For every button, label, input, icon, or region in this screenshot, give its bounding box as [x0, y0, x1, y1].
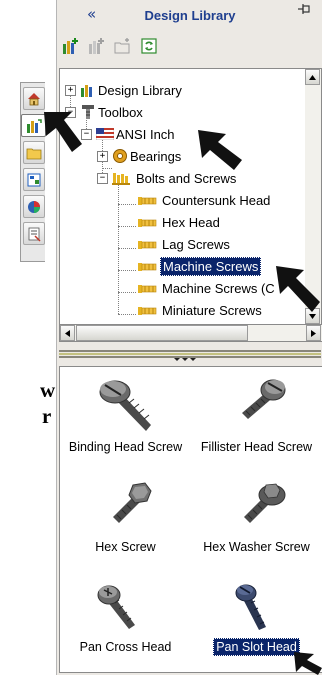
add-file-location-button[interactable] [88, 37, 106, 55]
arrow-pointer-icon [44, 112, 82, 152]
screw-folder-icon [138, 197, 157, 205]
tree-item-label: Design Library [98, 82, 182, 98]
screw-folder-icon [138, 241, 157, 249]
library-preview-pane: Binding Head Screw Fillister Head Screw … [59, 366, 322, 673]
preview-item-hex-washer-screw[interactable]: Hex Washer Screw [191, 475, 322, 554]
tree-item-design-library[interactable]: + Design Library [65, 79, 184, 101]
scroll-thumb[interactable] [76, 325, 248, 341]
gutter-text-r: r [42, 404, 52, 428]
design-library-icon [26, 118, 42, 133]
create-new-folder-icon [114, 38, 130, 54]
tab-appearances[interactable] [23, 195, 45, 218]
arrow-left-icon [65, 329, 70, 337]
tab-home[interactable] [23, 87, 45, 110]
preview-item-label: Binding Head Screw [68, 440, 183, 454]
scroll-up-button[interactable] [305, 69, 320, 85]
tree-item-machine-screws[interactable]: Machine Screws [138, 255, 262, 277]
custom-properties-icon [28, 227, 41, 242]
expand-toggle[interactable]: + [97, 150, 108, 162]
preview-item-label: Hex Screw [95, 540, 156, 554]
arrow-up-icon [309, 74, 316, 80]
bolts-folder-icon [112, 173, 130, 185]
tree-item-hex-head[interactable]: Hex Head [138, 211, 222, 233]
tree-item-label-selected: Machine Screws [160, 256, 262, 276]
hex-screw-icon [112, 482, 152, 523]
preview-item-pan-slot-head[interactable]: Pan Slot Head [191, 575, 322, 656]
tree-item-label: Bearings [130, 148, 182, 164]
library-tree[interactable]: + Design Library − Toolbox − ANSI Inch +… [59, 68, 307, 326]
pan-slot-head-icon [235, 584, 266, 630]
expand-toggle[interactable]: + [65, 84, 76, 96]
add-file-location-icon [89, 38, 104, 54]
splitter-grip-icon [59, 350, 321, 361]
scroll-right-button[interactable] [306, 325, 321, 341]
refresh-icon [141, 38, 157, 54]
design-library-panel: « Design Library + Design Library − Tool… [56, 0, 322, 675]
collapse-toggle[interactable]: − [97, 172, 108, 184]
arrow-pointer-icon [276, 266, 320, 312]
preview-item-label: Fillister Head Screw [200, 440, 313, 454]
hex-washer-screw-icon [243, 483, 285, 523]
screw-folder-icon [138, 263, 157, 271]
screw-folder-icon [138, 219, 157, 227]
preview-item-label-selected: Pan Slot Head [213, 638, 300, 656]
file-explorer-icon [26, 148, 42, 159]
add-to-library-button[interactable] [62, 37, 80, 55]
panel-title: Design Library [144, 8, 236, 23]
pin-button[interactable] [297, 3, 311, 19]
library-toolbar [57, 34, 322, 60]
tree-item-label: Hex Head [162, 214, 220, 230]
us-flag-icon [96, 128, 114, 140]
tree-item-label: Bolts and Screws [136, 170, 237, 186]
fillister-head-screw-icon [241, 379, 285, 419]
arrow-right-icon [311, 329, 316, 337]
arrow-pointer-icon [198, 130, 242, 170]
panel-titlebar: « Design Library [57, 0, 322, 30]
pan-cross-head-icon [97, 585, 135, 629]
tree-horizontal-scrollbar[interactable] [59, 324, 322, 342]
tree-item-ansi-inch[interactable]: − ANSI Inch [81, 123, 177, 145]
screw-folder-icon [138, 285, 157, 293]
bearing-icon [113, 149, 127, 163]
gutter-text-w: w [40, 378, 56, 402]
tree-item-miniature-screws[interactable]: Miniature Screws [138, 299, 264, 321]
tab-view-palette[interactable] [23, 168, 45, 191]
tree-item-machine-screws-c[interactable]: Machine Screws (C [138, 277, 277, 299]
scroll-left-button[interactable] [60, 325, 75, 341]
add-to-library-icon [63, 38, 78, 54]
tree-item-label: ANSI Inch [116, 126, 175, 142]
design-library-icon [81, 85, 92, 97]
preview-item-label: Pan Cross Head [79, 640, 172, 654]
tree-item-countersunk-head[interactable]: Countersunk Head [138, 189, 272, 211]
screw-folder-icon [138, 307, 157, 315]
refresh-button[interactable] [140, 37, 158, 55]
tree-item-lag-screws[interactable]: Lag Screws [138, 233, 232, 255]
tab-custom-properties[interactable] [23, 222, 45, 245]
home-icon [28, 92, 40, 105]
preview-item-hex-screw[interactable]: Hex Screw [60, 475, 191, 554]
tree-item-label: Miniature Screws [162, 302, 262, 318]
tree-item-label: Lag Screws [162, 236, 230, 252]
pin-icon [298, 4, 310, 14]
preview-item-label: Hex Washer Screw [203, 540, 310, 554]
appearances-icon [28, 200, 40, 213]
create-new-folder-button[interactable] [114, 37, 132, 55]
view-palette-icon [27, 173, 41, 186]
tree-item-label: Machine Screws (C [162, 280, 275, 296]
binding-head-screw-icon [99, 380, 151, 431]
pane-splitter[interactable] [57, 346, 322, 362]
preview-item-pan-cross-head[interactable]: Pan Cross Head [60, 575, 191, 654]
tree-item-label: Toolbox [98, 104, 143, 120]
arrow-pointer-icon [294, 652, 322, 675]
preview-item-binding-head-screw[interactable]: Binding Head Screw [60, 375, 191, 454]
tree-item-bearings[interactable]: + Bearings [97, 145, 183, 167]
preview-item-fillister-head-screw[interactable]: Fillister Head Screw [191, 375, 322, 454]
tree-item-label: Countersunk Head [162, 192, 271, 208]
